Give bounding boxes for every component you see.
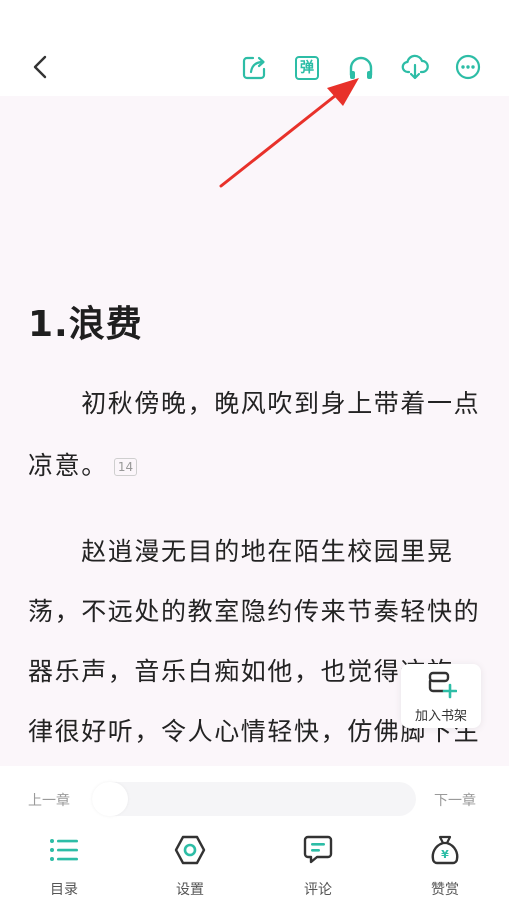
text-line: 器乐声，音乐白痴如他，也觉得这旋 bbox=[28, 657, 454, 686]
chapter-title: 1.浪费 bbox=[28, 304, 143, 345]
nav-label: 设置 bbox=[176, 882, 204, 898]
paragraph-comment-badge[interactable]: 14 bbox=[113, 458, 138, 476]
svg-text:¥: ¥ bbox=[441, 848, 449, 861]
more-icon[interactable] bbox=[454, 53, 482, 81]
progress-slider[interactable] bbox=[92, 782, 416, 816]
settings-hexagon-icon bbox=[174, 834, 206, 866]
nav-item-reward[interactable]: ¥ 赞赏 bbox=[405, 830, 485, 900]
add-shelf-icon bbox=[425, 670, 458, 700]
add-to-shelf-button[interactable]: 加入书架 bbox=[401, 664, 481, 728]
chapter-progress-bar: 上一章 下一章 bbox=[0, 766, 509, 820]
cloud-download-icon[interactable] bbox=[400, 52, 430, 82]
text-line: 赵逍漫无目的地在陌生校园里晃 bbox=[28, 537, 454, 566]
text-line: 初秋傍晚，晚风吹到身上带着一点 bbox=[28, 389, 481, 418]
text-line-text: 凉意。 bbox=[28, 451, 108, 480]
nav-label: 评论 bbox=[304, 882, 332, 898]
list-icon bbox=[48, 834, 80, 866]
text-line: 凉意。 14 bbox=[28, 446, 138, 482]
add-to-shelf-label: 加入书架 bbox=[414, 709, 467, 724]
chevron-left-icon[interactable] bbox=[28, 54, 54, 80]
annotation-arrow-icon bbox=[219, 78, 359, 188]
nav-label: 目录 bbox=[50, 882, 78, 898]
nav-item-settings[interactable]: 设置 bbox=[150, 830, 230, 900]
reward-bag-icon: ¥ bbox=[429, 834, 461, 866]
comment-icon bbox=[302, 834, 334, 866]
nav-item-catalog[interactable]: 目录 bbox=[24, 830, 104, 900]
text-line: 荡，不远处的教室隐约传来节奏轻快的 bbox=[28, 597, 481, 626]
prev-chapter-button[interactable]: 上一章 bbox=[28, 790, 70, 810]
progress-thumb[interactable] bbox=[92, 782, 128, 816]
next-chapter-button[interactable]: 下一章 bbox=[434, 790, 476, 810]
nav-label: 赞赏 bbox=[431, 882, 459, 898]
bottom-nav: 目录 设置 评论 ¥ 赞赏 bbox=[0, 820, 509, 906]
nav-item-comments[interactable]: 评论 bbox=[278, 830, 358, 900]
